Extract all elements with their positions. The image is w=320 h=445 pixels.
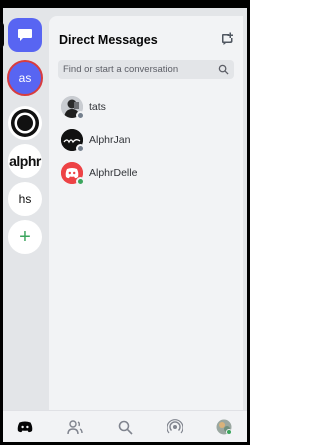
add-server-button[interactable]: +	[8, 220, 42, 254]
dm-item-tats[interactable]: tats	[57, 94, 237, 122]
search-placeholder: Find or start a conversation	[63, 64, 179, 75]
status-offline-icon	[76, 111, 85, 120]
dm-item-alphrdelle[interactable]: AlphrDelle	[57, 160, 237, 188]
bottom-navigation	[3, 410, 247, 442]
page-title: Direct Messages	[59, 33, 158, 47]
dm-name: tats	[89, 101, 106, 113]
server-as[interactable]: as	[7, 60, 43, 96]
direct-messages-panel: Direct Messages Find or start a conversa…	[49, 16, 243, 410]
discord-icon	[17, 421, 33, 433]
device-frame-right	[247, 0, 250, 445]
server-as-label: as	[18, 71, 32, 85]
device-frame-top	[0, 0, 250, 8]
search-icon	[118, 420, 133, 435]
search-icon	[218, 64, 229, 75]
server-alphr[interactable]: alphr	[8, 144, 42, 178]
mentions-icon	[167, 419, 183, 434]
plus-icon: +	[19, 225, 31, 248]
nav-mentions-button[interactable]	[167, 419, 183, 435]
dm-name: AlphrDelle	[89, 167, 138, 179]
chat-bubble-icon	[18, 29, 32, 41]
discord-app: as alphr hs + Direct Messages Find or st…	[0, 8, 247, 442]
new-message-button[interactable]	[221, 32, 235, 46]
profile-icon	[216, 419, 232, 435]
server-ring[interactable]	[8, 106, 42, 140]
status-offline-icon	[76, 144, 85, 153]
dm-item-alphrjan[interactable]: AlphrJan	[57, 127, 237, 155]
server-hs[interactable]: hs	[8, 182, 42, 216]
server-rail: as alphr hs +	[0, 8, 47, 408]
direct-messages-button[interactable]	[8, 18, 42, 52]
ring-logo-icon	[11, 109, 39, 137]
nav-search-button[interactable]	[117, 419, 133, 435]
nav-home-button[interactable]	[17, 419, 33, 435]
status-online-icon	[76, 177, 85, 186]
search-input[interactable]: Find or start a conversation	[58, 60, 234, 79]
active-indicator	[0, 22, 4, 48]
server-hs-label: hs	[18, 192, 32, 206]
server-alphr-label: alphr	[9, 153, 41, 169]
nav-friends-button[interactable]	[67, 419, 83, 435]
friends-icon	[67, 420, 83, 435]
dm-name: AlphrJan	[89, 134, 131, 146]
new-message-icon	[222, 32, 233, 45]
nav-profile-button[interactable]	[216, 419, 232, 435]
